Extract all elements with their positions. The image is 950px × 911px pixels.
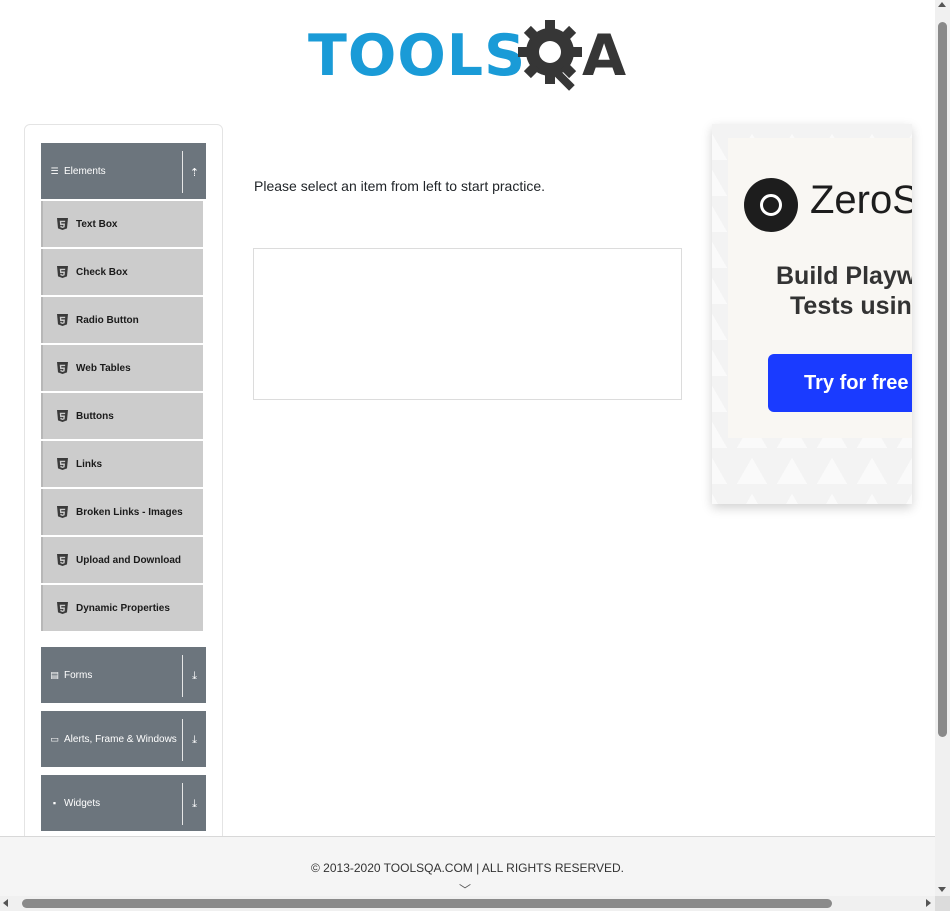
left-panel: ☰ Elements ⇡ Text Box Check Box Radio Bu… (24, 124, 223, 864)
practice-instruction: Please select an item from left to start… (254, 178, 546, 194)
scroll-left-icon[interactable] (3, 899, 8, 907)
logo-text-tools: TOOLS (308, 23, 527, 89)
footer: © 2013-2020 TOOLSQA.COM | ALL RIGHTS RES… (0, 836, 935, 897)
scroll-right-icon[interactable] (926, 899, 931, 907)
sidebar-item-label: Upload and Download (76, 554, 181, 566)
sidebar-item-label: Dynamic Properties (76, 602, 170, 614)
scroll-down-icon[interactable] (938, 887, 946, 892)
html5-icon (57, 410, 68, 422)
sidebar-item-check-box[interactable]: Check Box (41, 249, 203, 295)
group-header-forms[interactable]: ▤ Forms ⤓ (41, 647, 206, 703)
ad-headline-line-2: Tests using (790, 292, 912, 320)
sidebar-item-dynamic-properties[interactable]: Dynamic Properties (41, 585, 203, 631)
sidebar-item-label: Text Box (76, 218, 118, 230)
vertical-scroll-thumb[interactable] (938, 22, 947, 737)
html5-icon (57, 218, 68, 230)
sidebar-item-text-box[interactable]: Text Box (41, 201, 203, 247)
html5-icon (57, 602, 68, 614)
html5-icon (57, 458, 68, 470)
sidebar-item-web-tables[interactable]: Web Tables (41, 345, 203, 391)
sidebar-item-label: Check Box (76, 266, 128, 278)
footer-copyright: © 2013-2020 TOOLSQA.COM | ALL RIGHTS RES… (311, 861, 624, 875)
logo-text-a: A (582, 23, 627, 89)
html5-icon (57, 314, 68, 326)
zerostep-logo-icon (744, 178, 798, 232)
collapse-arrow-icon[interactable]: ⇡ (182, 151, 206, 193)
ad-cta-button[interactable]: Try for free - (768, 354, 912, 412)
practice-area (253, 248, 682, 400)
vertical-scrollbar[interactable] (935, 0, 950, 896)
window-icon: ▭ (50, 733, 59, 744)
ad-brand: ZeroSt (810, 178, 912, 222)
sidebar-item-label: Broken Links - Images (76, 506, 183, 518)
sidebar-item-links[interactable]: Links (41, 441, 203, 487)
group-header-widgets[interactable]: ▪ Widgets ⤓ (41, 775, 206, 831)
advertisement[interactable]: ZeroSt Build Playwri Tests using Try for… (712, 124, 912, 504)
html5-icon (57, 506, 68, 518)
grid-icon: ▪ (52, 798, 57, 808)
sidebar-item-label: Buttons (76, 410, 114, 422)
group-header-elements[interactable]: ☰ Elements ⇡ (41, 143, 206, 199)
html5-icon (57, 266, 68, 278)
scroll-up-icon[interactable] (938, 2, 946, 7)
sidebar-item-radio-button[interactable]: Radio Button (41, 297, 203, 343)
toolsqa-logo[interactable]: TOOLS A (306, 14, 632, 92)
sidebar-item-buttons[interactable]: Buttons (41, 393, 203, 439)
sidebar-item-broken-links[interactable]: Broken Links - Images (41, 489, 203, 535)
expand-arrow-icon[interactable]: ⤓ (182, 719, 206, 761)
horizontal-scrollbar[interactable] (0, 896, 935, 911)
html5-icon (57, 554, 68, 566)
document-icon: ▤ (50, 669, 59, 680)
group-header-alerts[interactable]: ▭ Alerts, Frame & Windows ⤓ (41, 711, 206, 767)
page: TOOLS A ☰ Elements ⇡ Text Box Check Box … (0, 0, 950, 911)
hamburger-icon: ☰ (50, 165, 59, 176)
horizontal-scroll-thumb[interactable] (22, 899, 832, 908)
sidebar-item-label: Web Tables (76, 362, 131, 374)
ad-headline-line-1: Build Playwri (776, 262, 912, 290)
expand-arrow-icon[interactable]: ⤓ (182, 655, 206, 697)
html5-icon (57, 362, 68, 374)
gear-magnifier-icon (518, 20, 582, 91)
sidebar-item-label: Links (76, 458, 103, 470)
scrollbar-corner (935, 896, 950, 911)
sidebar-item-label: Radio Button (76, 314, 139, 326)
expand-arrow-icon[interactable]: ⤓ (182, 783, 206, 825)
sidebar-item-upload-download[interactable]: Upload and Download (41, 537, 203, 583)
